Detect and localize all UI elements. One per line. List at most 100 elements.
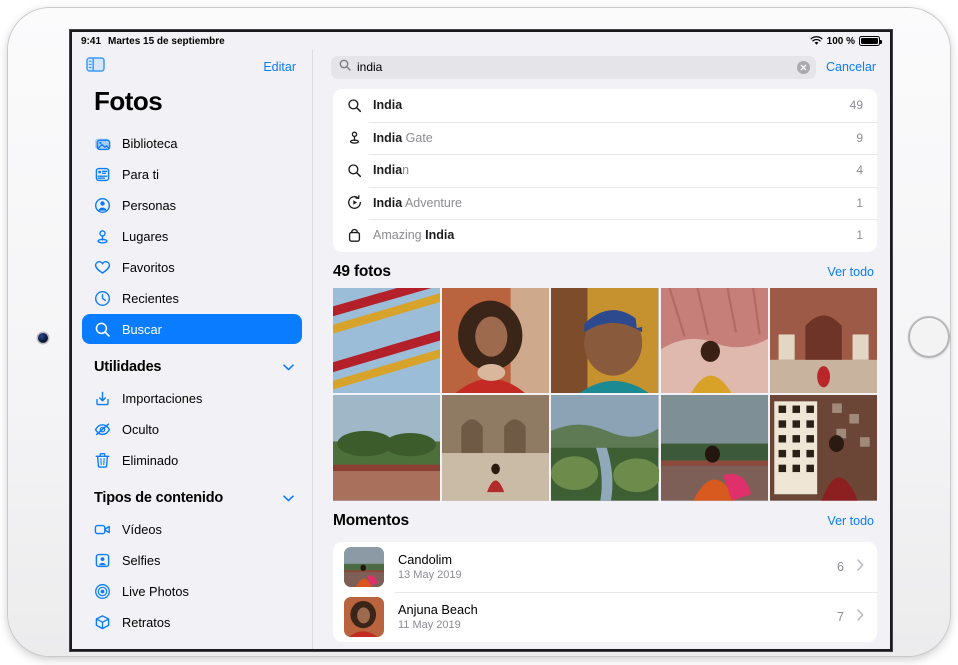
photo-grid (333, 288, 877, 501)
moment-count: 7 (837, 610, 844, 624)
photo-thumbnail[interactable] (770, 288, 877, 394)
sidebar-sections: Utilidades Importaciones Oculto Eliminado Ti… (72, 352, 312, 637)
photo-thumbnail[interactable] (333, 288, 440, 394)
suggestion-row[interactable]: Indian 4 (333, 154, 877, 187)
content-area: india Cancelar India49India Gate9Indian4… (313, 50, 890, 649)
chevron-down-icon[interactable] (283, 358, 294, 376)
sidebar-item-videos[interactable]: Vídeos (82, 514, 302, 544)
search-input-value: india (357, 60, 791, 74)
selfie-person-icon (94, 552, 111, 569)
photos-section-title: 49 fotos (333, 263, 391, 281)
moment-thumbnail (344, 547, 384, 587)
suggestions-list: India 49 India Gate9 Indian 4 India Adventure… (333, 89, 877, 252)
sidebar-item-biblioteca[interactable]: Biblioteca (82, 128, 302, 158)
suggestion-label: India (373, 98, 402, 112)
chevron-right-icon[interactable] (857, 608, 864, 626)
sidebar-item-label: Live Photos (122, 584, 189, 599)
photo-thumbnail[interactable] (661, 288, 768, 394)
photo-thumbnail[interactable] (442, 395, 549, 501)
sidebar-item-oculto[interactable]: Oculto (82, 414, 302, 444)
photo-thumbnail[interactable] (551, 395, 658, 501)
live-photo-icon (94, 583, 111, 600)
photo-library-icon (94, 135, 111, 152)
sidebar-item-label: Vídeos (122, 522, 162, 537)
photo-thumbnail[interactable] (333, 395, 440, 501)
search-icon (346, 162, 362, 178)
chevron-right-icon[interactable] (857, 558, 864, 576)
suggestion-count: 1 (856, 196, 863, 210)
ipad-device-frame: 9:41 Martes 15 de septiembre 100 % (8, 8, 950, 656)
photo-thumbnail[interactable] (442, 288, 549, 394)
trash-icon (94, 452, 111, 469)
status-date: Martes 15 de septiembre (108, 36, 225, 47)
sidebar-item-live-photos[interactable]: Live Photos (82, 576, 302, 606)
sidebar-section-title: Tipos de contenido (94, 490, 223, 506)
suggestion-count: 4 (856, 163, 863, 177)
suggestion-label: India Adventure (373, 196, 462, 210)
sidebar-item-label: Biblioteca (122, 136, 178, 151)
video-camera-icon (94, 521, 111, 538)
sidebar-item-recientes[interactable]: Recientes (82, 283, 302, 313)
search-icon (346, 97, 362, 113)
suggestion-row[interactable]: Amazing India1 (333, 219, 877, 252)
sidebar-item-label: Retratos (122, 615, 170, 630)
suggestion-row[interactable]: India 49 (333, 89, 877, 122)
suggestion-count: 1 (856, 228, 863, 242)
portrait-cube-icon (94, 614, 111, 631)
sidebar-toggle-icon[interactable] (86, 57, 105, 77)
import-icon (94, 390, 111, 407)
suggestion-row[interactable]: India Adventure 1 (333, 187, 877, 220)
sidebar-item-buscar[interactable]: Buscar (82, 314, 302, 344)
wifi-icon (810, 36, 823, 46)
sidebar-item-label: Favoritos (122, 260, 175, 275)
heart-icon (94, 259, 111, 276)
sidebar-item-importaciones[interactable]: Importaciones (82, 383, 302, 413)
search-icon (94, 321, 111, 338)
sidebar-section-header-0[interactable]: Utilidades (72, 352, 312, 382)
search-results-scroll[interactable]: India 49 India Gate9 Indian 4 India Adventure… (313, 84, 890, 649)
sidebar-section-header-1[interactable]: Tipos de contenido (72, 483, 312, 513)
sidebar-item-label: Oculto (122, 422, 159, 437)
suggestion-count: 49 (850, 98, 863, 112)
cancel-button[interactable]: Cancelar (826, 60, 876, 74)
moment-row[interactable]: Candolim13 May 20196 (333, 542, 877, 592)
moment-date: 11 May 2019 (398, 619, 478, 631)
sidebar-main-list: Biblioteca Para tiPersonas Lugares Favorito… (72, 128, 312, 344)
photo-thumbnail[interactable] (661, 395, 768, 501)
photo-thumbnail[interactable] (551, 288, 658, 394)
sidebar-item-selfies[interactable]: Selfies (82, 545, 302, 575)
sidebar-item-personas[interactable]: Personas (82, 190, 302, 220)
suggestion-count: 9 (856, 131, 863, 145)
moment-name: Anjuna Beach (398, 602, 478, 617)
moment-thumbnail (344, 597, 384, 637)
moments-see-all-link[interactable]: Ver todo (827, 514, 874, 528)
for-you-icon (94, 166, 111, 183)
battery-percent: 100 % (827, 36, 855, 47)
suggestion-label: Indian (373, 163, 409, 177)
memory-icon (346, 195, 362, 211)
sidebar-item-favoritos[interactable]: Favoritos (82, 252, 302, 282)
sidebar-item-lugares[interactable]: Lugares (82, 221, 302, 251)
edit-button[interactable]: Editar (263, 60, 296, 74)
sidebar-item-label: Lugares (122, 229, 168, 244)
home-button[interactable] (908, 316, 950, 358)
sidebar-item-label: Importaciones (122, 391, 202, 406)
places-pin-icon (346, 130, 362, 146)
sidebar-item-label: Recientes (122, 291, 179, 306)
search-input[interactable]: india (331, 56, 816, 79)
sidebar-item-label: Selfies (122, 553, 160, 568)
sidebar: Editar Fotos Biblioteca Para tiPersonas Lu… (72, 50, 313, 649)
sidebar-item-eliminado[interactable]: Eliminado (82, 445, 302, 475)
eye-slash-icon (94, 421, 111, 438)
moments-list: Candolim13 May 20196 Anjuna Beach 11 May 2… (333, 542, 877, 642)
chevron-down-icon[interactable] (283, 489, 294, 507)
page-title: Fotos (72, 84, 312, 127)
photo-thumbnail[interactable] (770, 395, 877, 501)
suggestion-row[interactable]: India Gate9 (333, 122, 877, 155)
sidebar-item-retratos[interactable]: Retratos (82, 607, 302, 637)
album-box-icon (346, 227, 362, 243)
photos-see-all-link[interactable]: Ver todo (827, 265, 874, 279)
sidebar-item-para-ti[interactable]: Para ti (82, 159, 302, 189)
moment-row[interactable]: Anjuna Beach 11 May 2019 7 (333, 592, 877, 642)
clear-circle-icon[interactable] (797, 61, 810, 74)
